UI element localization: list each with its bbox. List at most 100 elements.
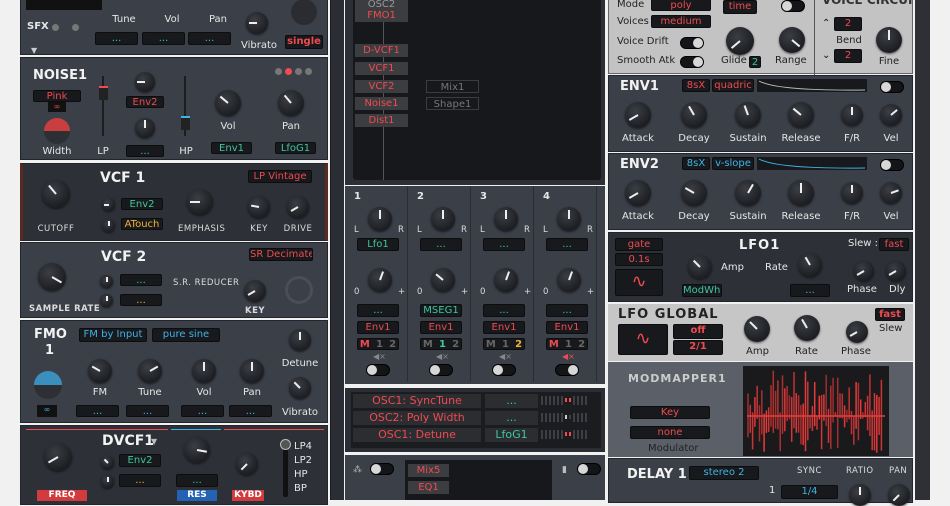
route-noise1[interactable]: Noise1: [355, 97, 408, 110]
channel-mode-select[interactable]: M 1 2: [420, 338, 462, 350]
route-dvcf1[interactable]: D-VCF1: [355, 44, 408, 57]
env1-vel-knob[interactable]: [880, 104, 902, 126]
page-dot-4[interactable]: [305, 68, 312, 75]
fm-pan-knob[interactable]: [240, 359, 264, 383]
channel-pan-mod[interactable]: ...: [483, 238, 525, 251]
channel-toggle[interactable]: [492, 364, 516, 376]
mute-icon[interactable]: ◀×: [499, 352, 512, 361]
channel-vol-knob[interactable]: [557, 268, 581, 292]
ratio-knob[interactable]: [849, 484, 871, 506]
mode-2[interactable]: 2: [515, 339, 522, 349]
mode-1[interactable]: 1: [502, 339, 509, 349]
modmapper-source-select[interactable]: Key: [630, 406, 710, 419]
lfo1-trigger-select[interactable]: gate: [615, 238, 663, 251]
channel-pan-knob[interactable]: [431, 207, 455, 231]
right-scrollbar[interactable]: [915, 0, 930, 500]
mode-2[interactable]: 2: [452, 339, 459, 349]
mute-icon[interactable]: ◀×: [436, 352, 449, 361]
fx-right-toggle[interactable]: [577, 463, 601, 475]
lp-slider-handle[interactable]: [99, 86, 108, 100]
stereo-link-icon[interactable]: ∞: [48, 102, 66, 112]
fm-width-knob[interactable]: [34, 371, 62, 399]
lfo1-rate-mod[interactable]: ...: [790, 284, 830, 297]
env2-fr-knob[interactable]: [841, 182, 863, 204]
env2-time-select[interactable]: 8sX: [682, 157, 710, 170]
collapse-arrow-icon[interactable]: ▼: [31, 46, 37, 55]
hp-slider[interactable]: [181, 76, 190, 136]
page-dot-1[interactable]: [275, 68, 282, 75]
fm-vol-mod-slot[interactable]: ...: [181, 405, 224, 417]
vcf2-key-knob[interactable]: [244, 280, 266, 302]
glide-mode-select[interactable]: time: [723, 0, 757, 14]
env2-vel-knob[interactable]: [880, 182, 902, 204]
channel-mode-select[interactable]: M 1 2: [357, 338, 399, 350]
fm-detune-knob[interactable]: [289, 329, 311, 351]
mode-lp4[interactable]: LP4: [294, 441, 312, 452]
fine-knob[interactable]: [876, 27, 902, 53]
dvcf1-mod1-knob[interactable]: [101, 456, 114, 469]
hp-mod-slot[interactable]: ...: [126, 145, 164, 157]
tune-mod-slot[interactable]: ...: [95, 32, 138, 45]
mod-target[interactable]: OSC1: Detune: [353, 428, 481, 442]
channel-vol-knob[interactable]: [494, 268, 518, 292]
lfo-global-phase-knob[interactable]: [846, 321, 868, 343]
voices-select[interactable]: medium: [651, 15, 711, 28]
channel-vol-mod[interactable]: ...: [357, 304, 399, 317]
delay-mode-select[interactable]: stereo 2: [689, 466, 759, 480]
channel-env-slot[interactable]: Env1: [546, 321, 588, 334]
cutoff-knob[interactable]: [42, 180, 70, 208]
channel-env-slot[interactable]: Env1: [357, 321, 399, 334]
env1-release-knob[interactable]: [788, 102, 814, 128]
env1-fr-knob[interactable]: [841, 104, 863, 126]
lfo1-dly-knob[interactable]: [886, 261, 906, 281]
env2-curve-select[interactable]: v-slope: [712, 157, 754, 170]
lfo-global-slew-select[interactable]: fast: [875, 308, 905, 321]
fm-tune-knob[interactable]: [138, 359, 162, 383]
channel-pan-mod[interactable]: ...: [420, 238, 462, 251]
mod-amount-meter[interactable]: [541, 411, 597, 425]
mod-source[interactable]: ...: [485, 394, 538, 408]
channel-vol-knob[interactable]: [431, 268, 455, 292]
vcf2-mod2-knob[interactable]: [100, 294, 113, 307]
bend-down-icon[interactable]: ⌄: [822, 50, 830, 61]
sfx-dot-2[interactable]: [72, 24, 79, 31]
lfo-global-wave-select[interactable]: ∿: [618, 324, 668, 355]
left-scrollbar[interactable]: [330, 0, 344, 500]
mode-m[interactable]: M: [423, 339, 433, 349]
mode-1[interactable]: 1: [439, 339, 446, 349]
channel-env-slot[interactable]: Env1: [483, 321, 525, 334]
mode-bp[interactable]: BP: [294, 483, 307, 494]
mod-amount-meter[interactable]: [541, 428, 597, 442]
kybd-knob[interactable]: [236, 453, 258, 475]
noise-vol-mod[interactable]: Env1: [211, 142, 252, 154]
route-mix1[interactable]: Mix1: [426, 80, 479, 93]
channel-pan-knob[interactable]: [557, 207, 581, 231]
freq-label[interactable]: FREQ: [37, 490, 87, 501]
lfo-global-amp-knob[interactable]: [744, 316, 770, 342]
env2-sustain-knob[interactable]: [735, 180, 761, 206]
pan-mod-slot[interactable]: ...: [188, 32, 231, 45]
lfo1-wave-select[interactable]: ∿: [615, 269, 663, 296]
env1-curve-select[interactable]: quadric: [712, 79, 754, 92]
fm-vibrato-knob[interactable]: [289, 377, 311, 399]
lfo1-time-select[interactable]: 0.1s: [615, 253, 663, 266]
osc-mode-display[interactable]: single: [285, 35, 323, 49]
lp-slider[interactable]: [99, 76, 108, 136]
route-vcf2[interactable]: VCF2: [355, 80, 408, 93]
env1-time-select[interactable]: 8sX: [682, 79, 710, 92]
freq-knob[interactable]: [44, 443, 72, 471]
vcf1-mod1-slot[interactable]: Env2: [121, 198, 163, 210]
fx-slot-eq1[interactable]: EQ1: [408, 481, 449, 494]
fm-mode-select[interactable]: FM by Input: [79, 328, 147, 342]
env1-toggle[interactable]: [880, 81, 904, 93]
channel-toggle[interactable]: [555, 364, 579, 376]
filter-mode-slider[interactable]: [283, 442, 288, 497]
lfo1-amp-mod[interactable]: ModWhl: [682, 284, 722, 297]
mode-m[interactable]: M: [486, 339, 496, 349]
vcf2-mod1-slot[interactable]: ...: [120, 274, 162, 286]
sync-value-select[interactable]: 1/4: [781, 485, 838, 499]
sfx-dot-1[interactable]: [52, 24, 59, 31]
res-mod-slot[interactable]: ...: [176, 474, 218, 487]
lfo-global-sync-select[interactable]: off: [673, 324, 723, 339]
channel-pan-knob[interactable]: [494, 207, 518, 231]
